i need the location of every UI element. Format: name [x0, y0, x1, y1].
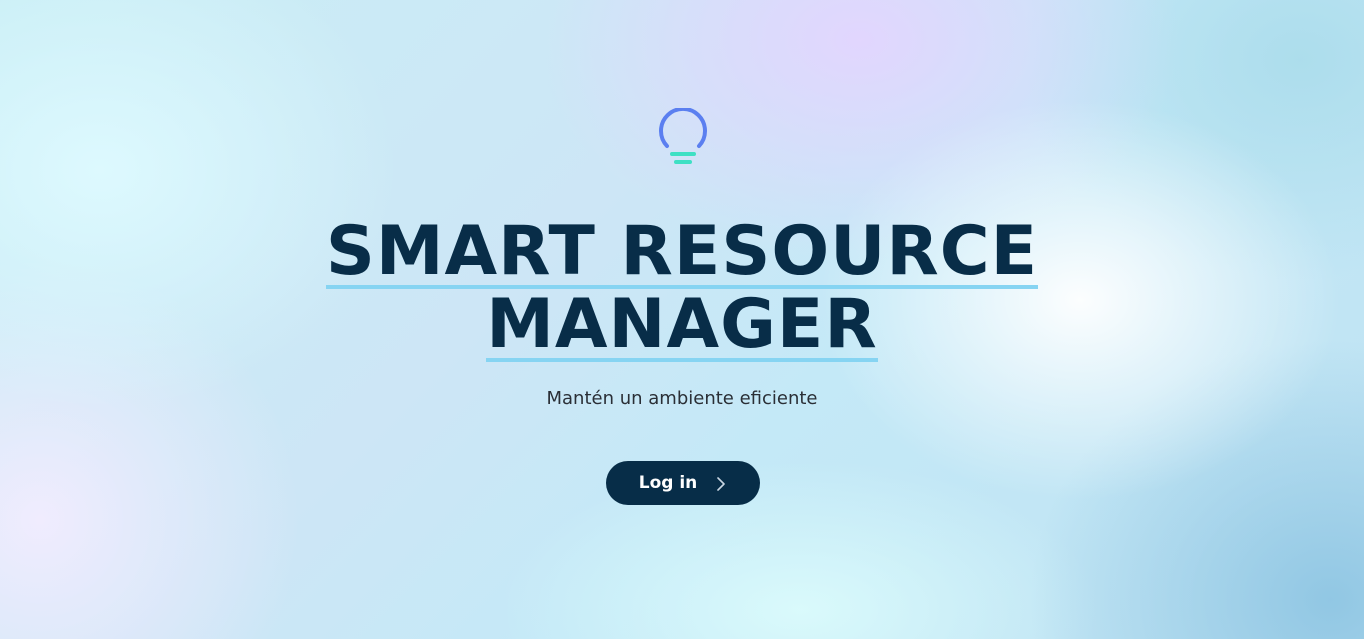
- subtitle: Mantén un ambiente eficiente: [546, 388, 818, 409]
- page-title: SMART RESOURCE MANAGER: [0, 216, 1364, 362]
- login-button-label: Log in: [638, 473, 698, 493]
- lightbulb-icon: [657, 106, 709, 168]
- chevron-right-icon: [715, 476, 727, 491]
- title-line-1: SMART RESOURCE: [325, 212, 1039, 291]
- login-button[interactable]: Log in: [606, 461, 760, 505]
- title-line-2: MANAGER: [486, 285, 878, 364]
